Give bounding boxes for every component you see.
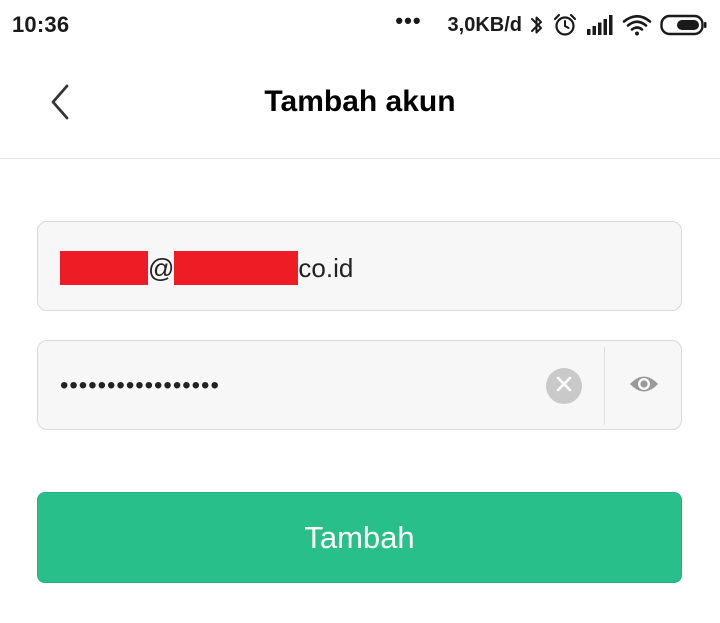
header: Tambah akun bbox=[0, 52, 720, 159]
redacted-email-user bbox=[60, 251, 148, 285]
clear-password-button[interactable] bbox=[546, 368, 582, 404]
add-account-screen: 10:36 ••• 3,0KB/d Tambah akun @ co.id ••… bbox=[0, 0, 720, 623]
network-speed: 3,0KB/d bbox=[447, 13, 522, 36]
eye-icon bbox=[628, 373, 660, 400]
battery-icon bbox=[660, 13, 708, 37]
alarm-icon bbox=[552, 12, 578, 38]
password-value: ••••••••••••••••• bbox=[60, 372, 220, 399]
password-field[interactable]: ••••••••••••••••• bbox=[37, 340, 682, 430]
wifi-icon bbox=[622, 13, 652, 37]
add-account-button[interactable]: Tambah bbox=[37, 492, 682, 583]
notification-dots: ••• bbox=[395, 8, 422, 33]
email-value: @ co.id bbox=[60, 250, 353, 286]
bluetooth-icon bbox=[530, 13, 544, 37]
signal-icon bbox=[586, 14, 614, 36]
email-suffix: co.id bbox=[298, 252, 354, 283]
toggle-password-visibility-button[interactable] bbox=[626, 368, 662, 404]
field-divider bbox=[604, 347, 605, 425]
clear-icon bbox=[555, 375, 573, 398]
email-at-sign: @ bbox=[148, 252, 175, 283]
status-bar: 10:36 ••• 3,0KB/d bbox=[0, 0, 720, 52]
status-time: 10:36 bbox=[12, 12, 70, 37]
email-field[interactable]: @ co.id bbox=[37, 221, 682, 311]
page-title: Tambah akun bbox=[264, 85, 456, 118]
redacted-email-domain bbox=[174, 251, 299, 285]
status-indicators: ••• 3,0KB/d bbox=[395, 10, 708, 40]
